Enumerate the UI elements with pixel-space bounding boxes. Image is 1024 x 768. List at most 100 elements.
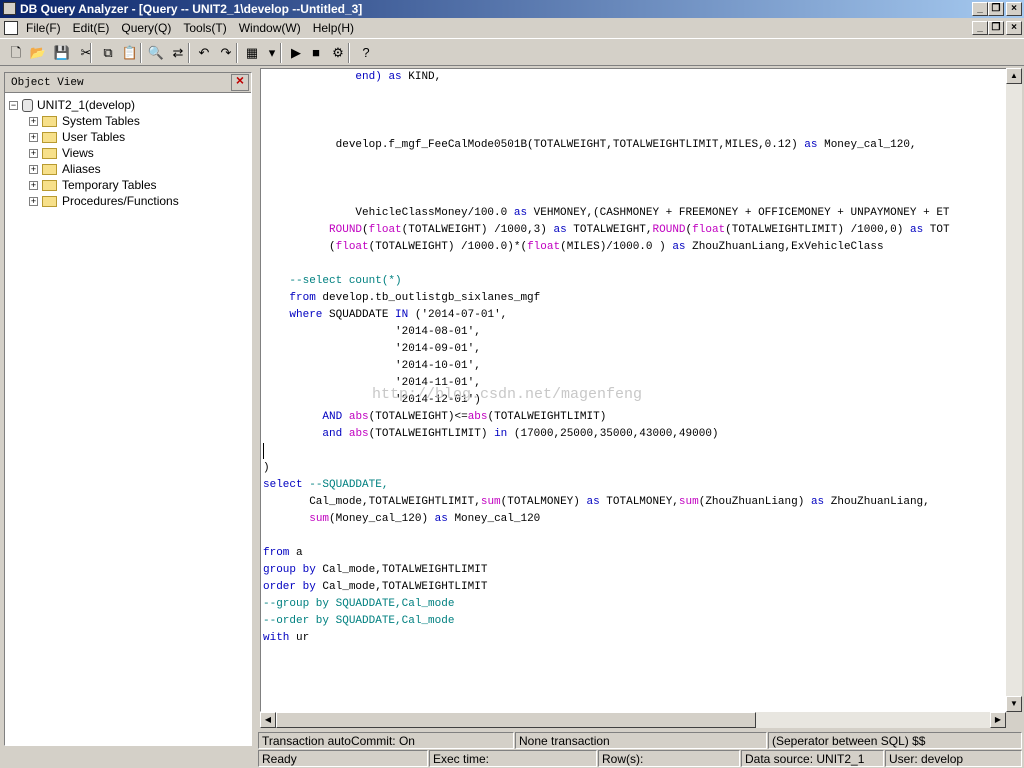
expand-icon[interactable]: + (29, 197, 38, 207)
folder-icon (42, 180, 57, 192)
tree-item-label: Aliases (62, 162, 101, 176)
save-icon[interactable]: 💾 (52, 43, 72, 63)
transaction-status: None transaction (515, 732, 767, 749)
code-line: --group by SQUADDATE,Cal_mode (263, 598, 455, 610)
expand-icon[interactable]: + (29, 181, 38, 191)
database-icon (22, 99, 33, 113)
object-view-close-icon[interactable]: × (231, 74, 249, 91)
help-icon[interactable]: ? (356, 43, 376, 63)
stop-icon[interactable]: ■ (306, 43, 326, 63)
folder-icon (42, 132, 57, 144)
toolbar-separator (140, 43, 142, 63)
db-analyzer-icon[interactable] (3, 2, 16, 15)
expand-icon[interactable]: + (29, 149, 38, 159)
collapse-icon[interactable]: − (9, 101, 18, 111)
user-status: User: develop (885, 750, 1022, 767)
scroll-thumb[interactable] (276, 712, 756, 728)
cut-icon[interactable]: ✂ (76, 43, 96, 63)
child-close-button[interactable]: × (1006, 21, 1022, 35)
horizontal-scrollbar[interactable]: ◀ ▶ (260, 712, 1006, 728)
expand-icon[interactable]: + (29, 133, 38, 143)
code-line: '2014-10-01', (263, 360, 481, 372)
tree-item[interactable]: + Temporary Tables (29, 177, 157, 193)
execute-icon[interactable]: ▶ (286, 43, 306, 63)
tree-root[interactable]: − UNIT2_1(develop) (9, 97, 135, 113)
replace-icon[interactable]: ⇄ (168, 43, 188, 63)
code-line: with ur (263, 632, 310, 644)
tree-item-label: Views (62, 146, 94, 160)
paste-icon[interactable]: 📋 (120, 43, 140, 63)
scroll-up-icon[interactable]: ▲ (1006, 68, 1022, 84)
folder-icon (42, 116, 57, 128)
rows-status: Row(s): (598, 750, 740, 767)
results-grid-icon[interactable]: ▦ (242, 43, 262, 63)
menu-help[interactable]: Help(H) (313, 18, 354, 38)
toolbar-separator (280, 43, 282, 63)
code-line: develop.f_mgf_FeeCalMode0501B(TOTALWEIGH… (263, 139, 917, 151)
undo-icon[interactable]: ↶ (194, 43, 214, 63)
tree-item-label: User Tables (62, 130, 126, 144)
maximize-button[interactable]: ❐ (988, 2, 1004, 16)
vertical-scrollbar[interactable]: ▲ ▼ (1006, 68, 1022, 712)
object-view-header: Object View × (5, 73, 251, 93)
sql-code[interactable]: end) as KIND, develop.f_mgf_FeeCalMode05… (263, 69, 950, 647)
datasource-status: Data source: UNIT2_1 (741, 750, 884, 767)
scroll-down-icon[interactable]: ▼ (1006, 696, 1022, 712)
code-line: --order by SQUADDATE,Cal_mode (263, 615, 455, 627)
tree-item[interactable]: + Views (29, 145, 94, 161)
toolbar-separator (90, 43, 92, 63)
toolbar-separator (188, 43, 190, 63)
code-line: (float(TOTALWEIGHT) /1000.0)*(float(MILE… (263, 241, 884, 253)
redo-icon[interactable]: ↷ (216, 43, 236, 63)
dropdown-icon[interactable]: ▾ (262, 43, 282, 63)
minimize-button[interactable]: _ (972, 2, 988, 16)
tree-item-label: System Tables (62, 114, 140, 128)
menu-window[interactable]: Window(W) (239, 18, 301, 38)
mdi-doc-icon[interactable] (4, 21, 18, 35)
code-line: sum(Money_cal_120) as Money_cal_120 (309, 513, 541, 525)
scroll-left-icon[interactable]: ◀ (260, 712, 276, 728)
child-minimize-button[interactable]: _ (972, 21, 988, 35)
tree-root-label: UNIT2_1(develop) (37, 98, 136, 112)
code-line: order by Cal_mode,TOTALWEIGHTLIMIT (263, 581, 488, 593)
code-line: group by Cal_mode,TOTALWEIGHTLIMIT (263, 564, 488, 576)
find-icon[interactable]: 🔍 (146, 43, 166, 63)
tree-item[interactable]: + Aliases (29, 161, 101, 177)
tree-item-label: Procedures/Functions (62, 194, 179, 208)
separator-status: (Seperator between SQL) $$ (768, 732, 1022, 749)
tree-item[interactable]: + Procedures/Functions (29, 193, 179, 209)
scroll-right-icon[interactable]: ▶ (990, 712, 1006, 728)
object-view-pane: Object View × − UNIT2_1(develop) + System … (4, 72, 252, 746)
child-restore-button[interactable]: ❐ (988, 21, 1004, 35)
copy-icon[interactable]: ⧉ (98, 43, 118, 63)
tree-item[interactable]: + User Tables (29, 129, 125, 145)
code-line: AND abs(TOTALWEIGHT)<=abs(TOTALWEIGHTLIM… (322, 411, 607, 423)
expand-icon[interactable]: + (29, 117, 38, 127)
menu-query[interactable]: Query(Q) (121, 18, 171, 38)
menu-edit[interactable]: Edit(E) (73, 18, 110, 38)
tree-item[interactable]: + System Tables (29, 113, 140, 129)
folder-icon (42, 148, 57, 160)
window-title: DB Query Analyzer - [Query -- UNIT2_1\de… (20, 2, 363, 16)
toolbar: 🗋 📂 💾 ✂ ⧉ 📋 🔍 ⇄ ↶ ↷ ▦ ▾ ▶ ■ ⚙? (0, 38, 1024, 66)
folder-icon (42, 164, 57, 176)
explain-icon[interactable]: ⚙ (328, 43, 348, 63)
object-view-title: Object View (11, 77, 84, 89)
menu-tools[interactable]: Tools(T) (183, 18, 226, 38)
menu-file[interactable]: File(F) (26, 18, 61, 38)
code-line: '2014-08-01', (263, 326, 481, 338)
exec-time-status: Exec time: (429, 750, 597, 767)
ready-status: Ready (258, 750, 428, 767)
code-line: select --SQUADDATE, (263, 479, 389, 491)
text-cursor (263, 443, 264, 459)
code-line: and abs(TOTALWEIGHTLIMIT) in (17000,2500… (322, 428, 719, 440)
open-folder-icon[interactable]: 📂 (28, 43, 48, 63)
close-button[interactable]: × (1006, 2, 1022, 16)
new-file-icon[interactable]: 🗋 (6, 43, 26, 63)
expand-icon[interactable]: + (29, 165, 38, 175)
